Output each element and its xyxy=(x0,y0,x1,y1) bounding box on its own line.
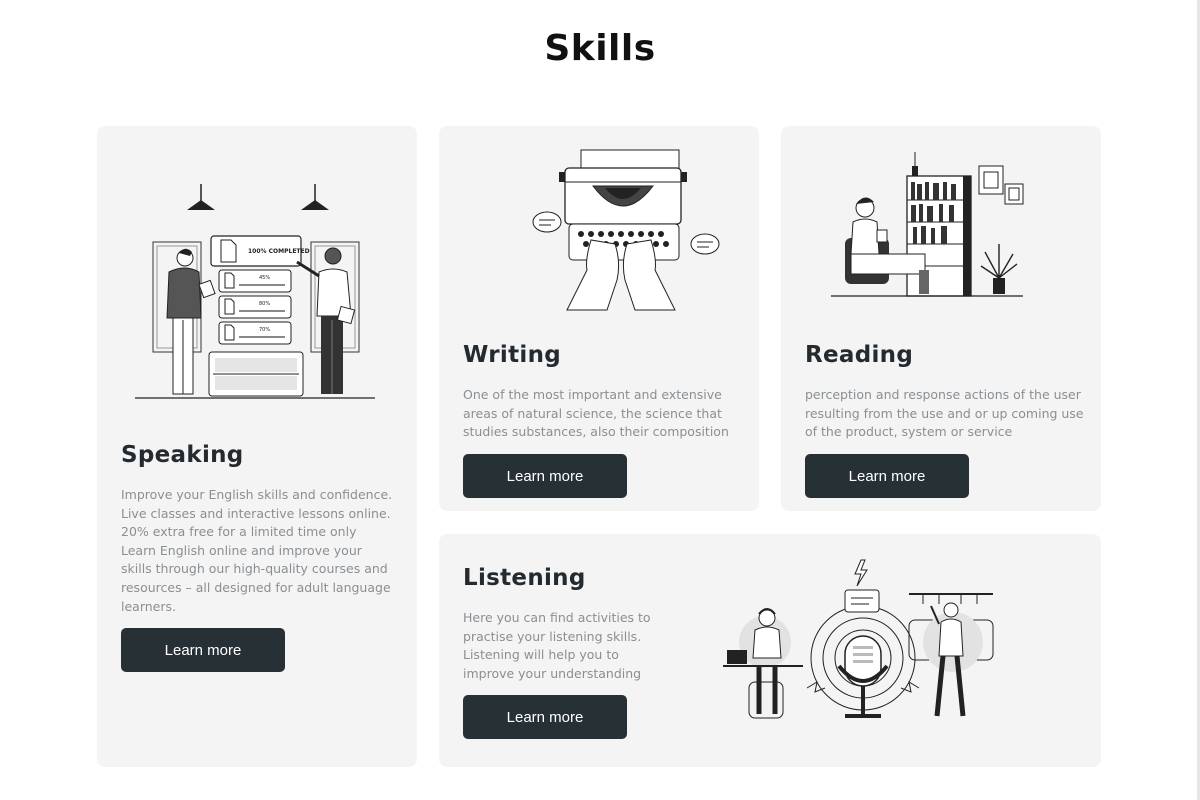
page-title: Skills xyxy=(544,28,656,69)
writing-description: One of the most important and extensive … xyxy=(463,387,729,440)
speaking-learn-more-button[interactable]: Learn more xyxy=(121,628,285,672)
microphone-illustration-icon xyxy=(723,558,1003,730)
progress-label-1: 45% xyxy=(259,275,270,281)
listening-learn-more-button[interactable]: Learn more xyxy=(463,695,627,739)
completed-label: 100% COMPLETED xyxy=(248,248,310,255)
writing-card: Writing One of the most important and ex… xyxy=(439,126,759,511)
reading-learn-more-button[interactable]: Learn more xyxy=(805,454,969,498)
writing-learn-more-button[interactable]: Learn more xyxy=(463,454,627,498)
presentation-illustration-icon: 100% COMPLETED 45% 80% 70% xyxy=(135,180,379,402)
writing-title: Writing xyxy=(463,342,562,368)
reading-title: Reading xyxy=(805,342,914,368)
reading-card: Reading perception and response actions … xyxy=(781,126,1101,511)
speaking-card: 100% COMPLETED 45% 80% 70% Speaking Impr… xyxy=(97,126,417,767)
speaking-description: Improve your English skills and confiden… xyxy=(121,487,393,614)
listening-card: Listening Here you can find activities t… xyxy=(439,534,1101,767)
listening-description: Here you can find activities to practise… xyxy=(463,610,651,681)
speaking-title: Speaking xyxy=(121,442,244,468)
typewriter-illustration-icon xyxy=(529,148,729,312)
listening-title: Listening xyxy=(463,565,586,591)
reading-description: perception and response actions of the u… xyxy=(805,387,1084,440)
progress-label-3: 70% xyxy=(259,327,270,333)
progress-label-2: 80% xyxy=(259,301,270,307)
reading-illustration-icon xyxy=(831,150,1027,302)
